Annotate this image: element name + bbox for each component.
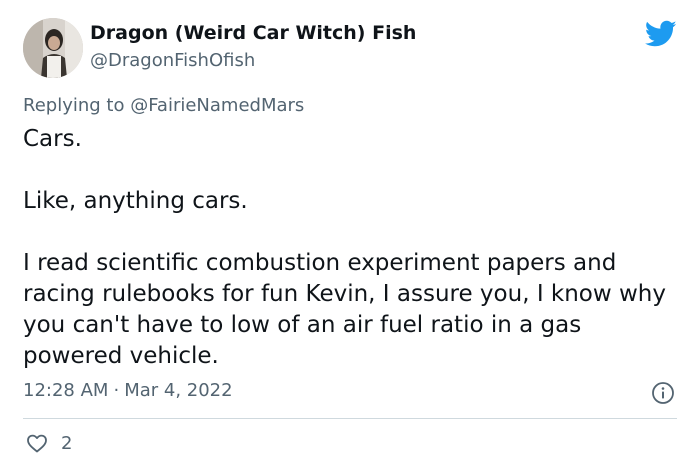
tweet-date: Mar 4, 2022	[124, 380, 233, 401]
info-circle-icon[interactable]	[651, 381, 675, 405]
divider	[23, 418, 677, 419]
like-count: 2	[61, 432, 73, 454]
twitter-bird-icon[interactable]	[644, 20, 677, 48]
tweet-paragraph: Like, anything cars.	[23, 188, 248, 214]
tweet-card: Dragon (Weird Car Witch) Fish @DragonFis…	[0, 0, 700, 471]
display-name[interactable]: Dragon (Weird Car Witch) Fish	[90, 22, 416, 44]
tweet-paragraph: I read scientific combustion experiment …	[23, 250, 667, 369]
heart-icon	[25, 431, 49, 455]
tweet-timestamp[interactable]: 12:28 AM · Mar 4, 2022	[23, 380, 233, 401]
tweet-paragraph: Cars.	[23, 126, 82, 152]
tweet-text: Cars. Like, anything cars. I read scient…	[23, 124, 683, 372]
profile-photo-icon	[23, 18, 83, 78]
user-handle[interactable]: @DragonFishOfish	[90, 50, 255, 71]
tweet-time: 12:28 AM	[23, 380, 109, 401]
replying-to: Replying to @FairieNamedMars	[23, 95, 304, 116]
like-button[interactable]: 2	[25, 431, 72, 455]
avatar[interactable]	[23, 18, 83, 78]
replying-to-label: Replying to	[23, 95, 125, 116]
meta-separator: ·	[113, 380, 120, 401]
replying-to-mention-link[interactable]: @FairieNamedMars	[130, 95, 304, 116]
